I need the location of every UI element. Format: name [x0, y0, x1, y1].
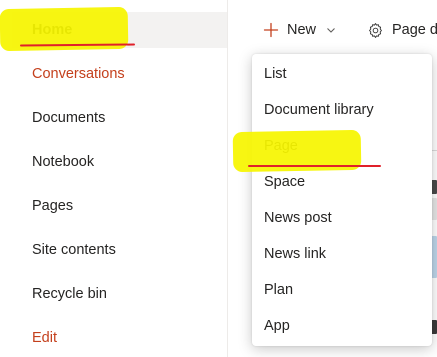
new-button-label: New — [287, 22, 317, 38]
menu-item-plan[interactable]: Plan — [252, 272, 432, 308]
new-menu: List Document library Page Space News po… — [252, 54, 432, 346]
gear-icon — [369, 22, 382, 38]
plus-icon — [263, 22, 279, 38]
chevron-down-icon — [327, 28, 335, 33]
sidebar-item-site-contents[interactable]: Site contents — [12, 232, 227, 268]
sidebar-item-conversations[interactable]: Conversations — [12, 56, 227, 92]
menu-item-news-link[interactable]: News link — [252, 236, 432, 272]
site-navigation: Home Conversations Documents Notebook Pa… — [12, 6, 227, 357]
sidebar-item-notebook[interactable]: Notebook — [12, 144, 227, 180]
page-details-label: Page de — [392, 22, 437, 38]
menu-item-app[interactable]: App — [252, 308, 432, 344]
sidebar-item-recycle-bin[interactable]: Recycle bin — [12, 276, 227, 312]
sidebar-item-edit[interactable]: Edit — [12, 320, 227, 356]
menu-item-list[interactable]: List — [252, 56, 432, 92]
new-button[interactable]: New — [263, 12, 336, 48]
menu-item-news-post[interactable]: News post — [252, 200, 432, 236]
underline-page — [248, 165, 381, 167]
menu-item-document-library[interactable]: Document library — [252, 92, 432, 128]
sidebar-item-pages[interactable]: Pages — [12, 188, 227, 224]
sharepoint-site-view: Home Conversations Documents Notebook Pa… — [0, 0, 437, 357]
content-divider — [432, 150, 437, 151]
page-details-button[interactable]: Page de — [367, 12, 437, 48]
sidebar-divider — [227, 0, 228, 357]
sidebar-item-documents[interactable]: Documents — [12, 100, 227, 136]
